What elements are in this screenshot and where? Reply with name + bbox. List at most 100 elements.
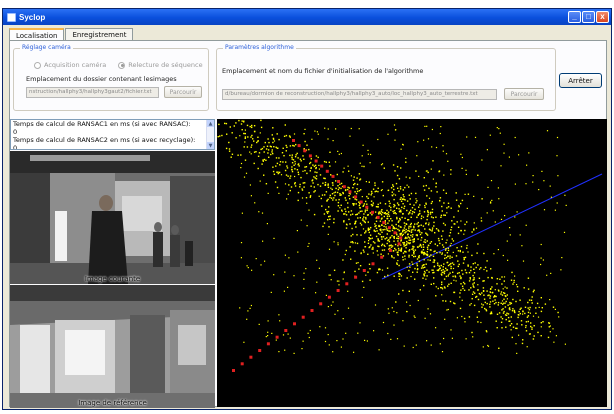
cloud-point	[368, 181, 370, 183]
title-bar[interactable]: Syclop _ □ x	[3, 9, 611, 25]
cloud-point	[396, 312, 398, 314]
cloud-point	[301, 188, 303, 190]
cloud-point	[306, 202, 308, 204]
cloud-point	[396, 263, 398, 265]
cloud-point	[423, 259, 425, 261]
cloud-point	[387, 308, 389, 310]
cloud-point	[446, 207, 448, 209]
cloud-point	[366, 340, 368, 342]
algo-browse-button[interactable]: Parcourir	[504, 88, 544, 100]
maximize-button[interactable]: □	[582, 11, 595, 23]
cloud-point	[490, 201, 492, 203]
cloud-point	[549, 299, 551, 301]
cloud-point	[538, 306, 540, 308]
cloud-point	[466, 244, 468, 247]
cloud-point	[526, 346, 528, 348]
radio-acquisition[interactable]: Acquisition caméra	[34, 61, 106, 69]
pointcloud-canvas[interactable]	[217, 119, 607, 407]
cloud-point	[505, 300, 507, 303]
stop-button[interactable]: Arrêter	[559, 73, 602, 88]
tab-enregistrement[interactable]: Enregistrement	[65, 28, 134, 40]
timing-console[interactable]: Temps de calcul de RANSAC1 en ms (si ave…	[10, 119, 215, 150]
cloud-point	[462, 251, 464, 253]
cloud-point	[267, 138, 269, 140]
cloud-point	[386, 209, 388, 212]
cloud-point	[506, 287, 508, 289]
cloud-point	[225, 147, 228, 150]
scroll-up-icon[interactable]: ▲	[207, 120, 214, 127]
console-scrollbar[interactable]: ▲ ▼	[206, 120, 214, 149]
cloud-point	[498, 312, 501, 314]
cloud-point	[497, 304, 499, 306]
cloud-point	[409, 304, 411, 307]
cloud-point	[283, 155, 285, 157]
cloud-point	[515, 300, 517, 303]
cloud-point	[367, 228, 369, 230]
cloud-point	[521, 324, 523, 326]
cloud-point	[449, 272, 451, 274]
cloud-point	[423, 189, 426, 191]
cloud-point	[557, 175, 559, 177]
algo-file-path-field[interactable]: d/bureau/dormion de reconstruction/hallp…	[222, 89, 497, 100]
cloud-point	[339, 183, 341, 185]
cloud-point	[422, 225, 425, 227]
cloud-point	[466, 247, 468, 249]
radio-replay-label: Relecture de séquence	[128, 61, 203, 69]
cloud-point	[477, 243, 479, 245]
cloud-point	[409, 239, 412, 241]
cloud-point	[395, 129, 397, 131]
cloud-point	[337, 188, 340, 191]
folder-browse-button[interactable]: Parcourir	[164, 86, 202, 98]
cloud-point	[464, 321, 466, 323]
cloud-point	[435, 216, 437, 218]
folder-path-field[interactable]: nstruction/hallphy3/hallphy3gaut2/fichie…	[26, 87, 159, 98]
cloud-point	[449, 257, 451, 259]
cloud-point	[504, 314, 507, 316]
cloud-point	[415, 201, 417, 204]
cloud-point	[379, 202, 382, 204]
cloud-point	[548, 326, 550, 328]
cloud-point	[372, 246, 374, 249]
cloud-point	[531, 302, 533, 304]
minimize-button[interactable]: _	[568, 11, 581, 23]
cloud-point	[500, 293, 502, 295]
cloud-point	[514, 183, 516, 185]
cloud-point	[498, 128, 500, 130]
close-button[interactable]: x	[596, 11, 609, 23]
cloud-point	[349, 135, 351, 137]
trajectory-point	[284, 329, 288, 332]
cloud-point	[259, 132, 261, 134]
cloud-point	[260, 126, 263, 129]
cloud-point	[509, 227, 511, 229]
cloud-point	[328, 274, 330, 276]
cloud-point	[327, 138, 329, 140]
cloud-point	[226, 133, 228, 135]
cloud-point	[315, 292, 317, 294]
cloud-point	[489, 134, 491, 136]
cloud-point	[510, 316, 512, 318]
cloud-point	[419, 233, 422, 236]
cloud-point	[456, 272, 459, 275]
cloud-point	[420, 246, 423, 248]
cloud-point	[217, 136, 219, 138]
cloud-point	[437, 237, 440, 240]
cloud-point	[393, 193, 395, 195]
cloud-point	[422, 249, 425, 251]
cloud-point	[412, 263, 414, 265]
radio-replay[interactable]: Relecture de séquence	[118, 61, 203, 69]
cloud-point	[284, 254, 286, 256]
cloud-point	[496, 127, 498, 129]
cloud-point	[363, 213, 365, 215]
cloud-point	[413, 238, 415, 241]
cloud-point	[398, 178, 401, 180]
cloud-point	[283, 135, 286, 137]
cloud-point	[250, 146, 252, 148]
pointcloud-view[interactable]	[217, 119, 607, 407]
cloud-point	[313, 176, 315, 178]
cloud-point	[428, 222, 430, 224]
cloud-point	[311, 138, 313, 140]
cloud-point	[446, 309, 448, 311]
cloud-point	[447, 308, 449, 311]
cloud-point	[272, 138, 275, 140]
scroll-down-icon[interactable]: ▼	[207, 142, 214, 149]
